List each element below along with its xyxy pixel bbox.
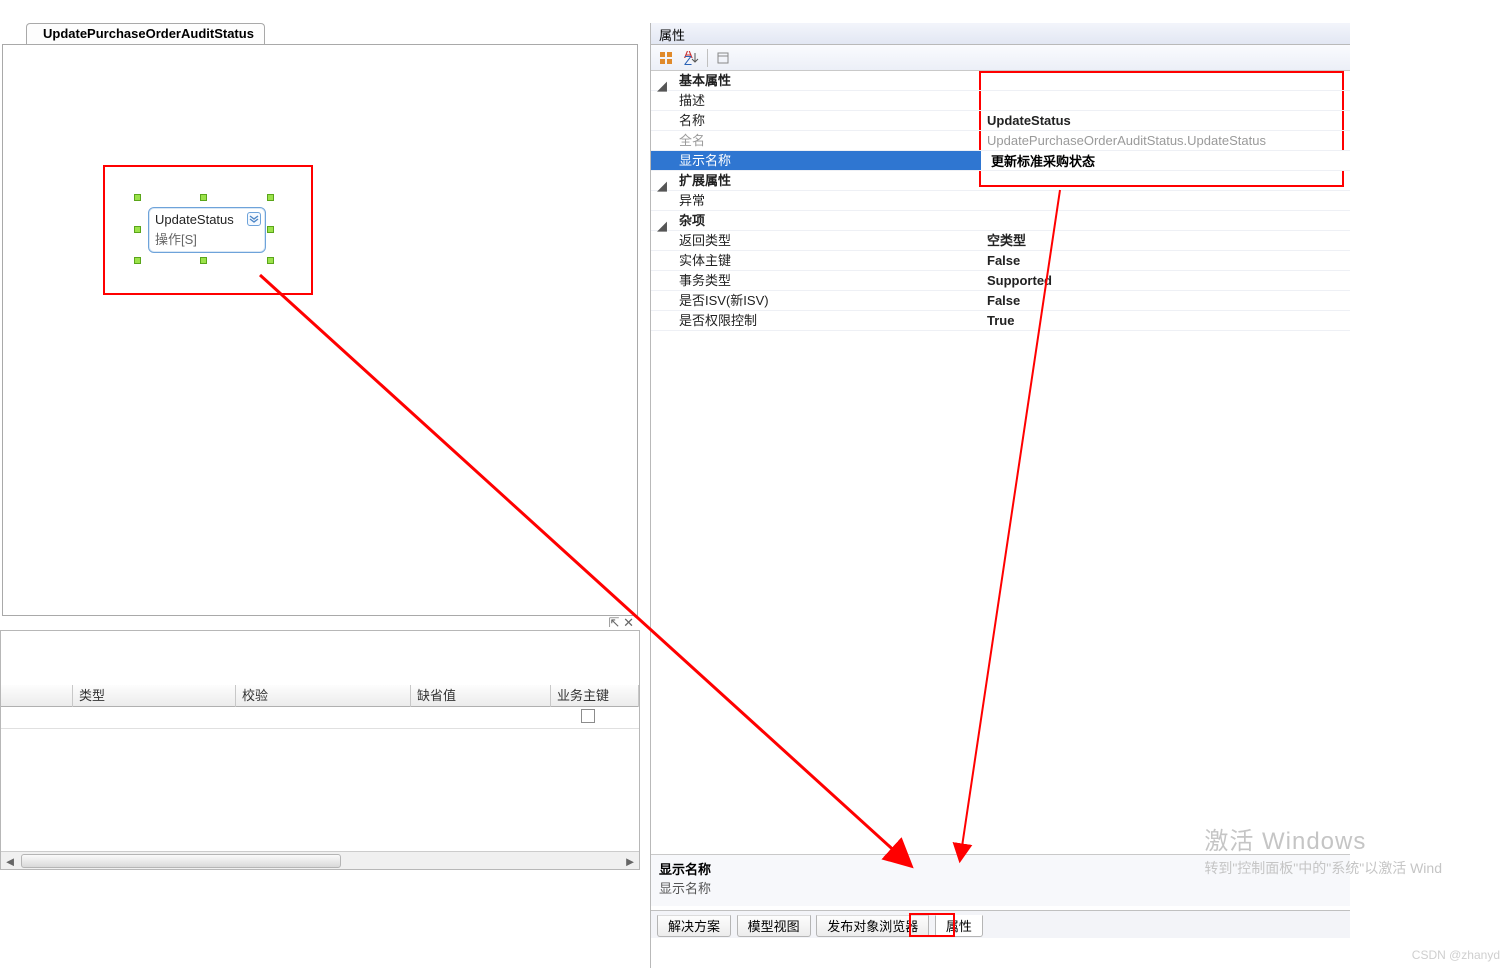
prop-is-perm[interactable]: 是否权限控制 True [651,311,1350,331]
grid-header: 类型 校验 缺省值 业务主键 [1,685,639,707]
prop-value[interactable]: False [981,291,1348,310]
toolbar-divider [707,49,708,67]
scroll-thumb[interactable] [21,854,341,868]
designer-tab-bar: UpdatePurchaseOrderAuditStatus ⌄ ✕ [0,23,640,45]
property-grid: ◢ 基本属性 描述 名称 UpdateStatus 全名 UpdatePurch… [651,71,1350,798]
designer-pane: UpdatePurchaseOrderAuditStatus ⌄ ✕ Updat… [0,0,640,968]
prop-exception[interactable]: 异常 [651,191,1350,211]
tab-solution[interactable]: 解决方案 [657,915,731,937]
category-label: 基本属性 [651,71,981,90]
windows-activation-watermark: 激活 Windows 转到"控制面板"中的"系统"以激活 Wind [1204,821,1442,878]
svg-text:Z: Z [684,53,692,65]
property-pages-icon[interactable] [712,48,734,68]
resize-handle[interactable] [134,257,141,264]
category-ext[interactable]: ◢ 扩展属性 [651,171,1350,191]
display-name-input[interactable] [987,151,1348,170]
operation-node-title: UpdateStatus [155,212,259,227]
resize-handle[interactable] [267,194,274,201]
category-basic[interactable]: ◢ 基本属性 [651,71,1350,91]
expand-icon[interactable] [247,212,261,226]
grid-hscrollbar[interactable]: ◄ ► [1,851,639,869]
prop-fullname[interactable]: 全名 UpdatePurchaseOrderAuditStatus.Update… [651,131,1350,151]
designer-tab[interactable]: UpdatePurchaseOrderAuditStatus [26,23,265,45]
grid-header-type[interactable]: 类型 [73,685,236,707]
prop-trans-type[interactable]: 事务类型 Supported [651,271,1350,291]
prop-value[interactable]: True [981,311,1348,330]
grid-header-rowhead[interactable] [1,685,73,707]
resize-handle[interactable] [267,226,274,233]
prop-value-editor[interactable] [981,151,1348,170]
properties-title: 属性 [651,23,1350,45]
tab-model-view[interactable]: 模型视图 [737,915,811,937]
prop-name[interactable]: 名称 UpdateStatus [651,111,1350,131]
prop-value[interactable]: UpdateStatus [981,111,1348,130]
description-text: 显示名称 [659,878,1342,897]
annotation-box-tab [909,913,955,937]
categorized-icon[interactable] [655,48,677,68]
prop-value: UpdatePurchaseOrderAuditStatus.UpdateSta… [981,131,1348,150]
resize-handle[interactable] [200,194,207,201]
watermark-subtitle: 转到"控制面板"中的"系统"以激活 Wind [1204,858,1442,878]
prop-label: 实体主键 [651,251,981,270]
category-misc[interactable]: ◢ 杂项 [651,211,1350,231]
bizkey-checkbox[interactable] [581,709,595,723]
scroll-left-icon[interactable]: ◄ [1,852,19,870]
grid-header-bizkey[interactable]: 业务主键 [551,685,639,707]
grid-row[interactable] [1,707,639,729]
grid-header-validate[interactable]: 校验 [236,685,411,707]
prop-label: 描述 [651,91,981,110]
prop-value[interactable] [981,191,1348,210]
prop-label: 显示名称 [651,151,981,170]
prop-value[interactable] [981,91,1348,110]
resize-handle[interactable] [200,257,207,264]
prop-label: 是否ISV(新ISV) [651,291,981,310]
properties-toolbar: AZ [651,45,1350,71]
prop-entity-pk[interactable]: 实体主键 False [651,251,1350,271]
prop-value[interactable]: False [981,251,1348,270]
resize-handle[interactable] [134,226,141,233]
category-label: 扩展属性 [651,171,981,190]
operation-node-subtitle: 操作[S] [155,229,259,248]
prop-display-name[interactable]: 显示名称 [651,151,1350,171]
prop-label: 名称 [651,111,981,130]
resize-handle[interactable] [267,257,274,264]
designer-canvas[interactable]: UpdateStatus 操作[S] [2,44,638,616]
lower-grid-panel: 类型 校验 缺省值 业务主键 ◄ ► [0,630,640,870]
scroll-right-icon[interactable]: ► [621,852,639,870]
prop-value[interactable]: Supported [981,271,1348,290]
prop-label: 事务类型 [651,271,981,290]
prop-label: 异常 [651,191,981,210]
csdn-watermark: CSDN @zhanyd [1412,948,1500,962]
watermark-title: 激活 Windows [1204,821,1442,856]
prop-label: 返回类型 [651,231,981,250]
bottom-tab-bar: 解决方案 模型视图 发布对象浏览器 属性 [651,910,1350,938]
lower-panel-controls[interactable]: ⇱ ✕ [0,615,640,629]
operation-node[interactable]: UpdateStatus 操作[S] [148,207,266,253]
category-label: 杂项 [651,211,981,230]
prop-description[interactable]: 描述 [651,91,1350,111]
prop-value[interactable]: 空类型 [981,231,1348,250]
prop-label: 是否权限控制 [651,311,981,330]
prop-is-isv[interactable]: 是否ISV(新ISV) False [651,291,1350,311]
grid-header-default[interactable]: 缺省值 [411,685,551,707]
prop-return-type[interactable]: 返回类型 空类型 [651,231,1350,251]
prop-label: 全名 [651,131,981,150]
sort-az-icon[interactable]: AZ [681,48,703,68]
resize-handle[interactable] [134,194,141,201]
